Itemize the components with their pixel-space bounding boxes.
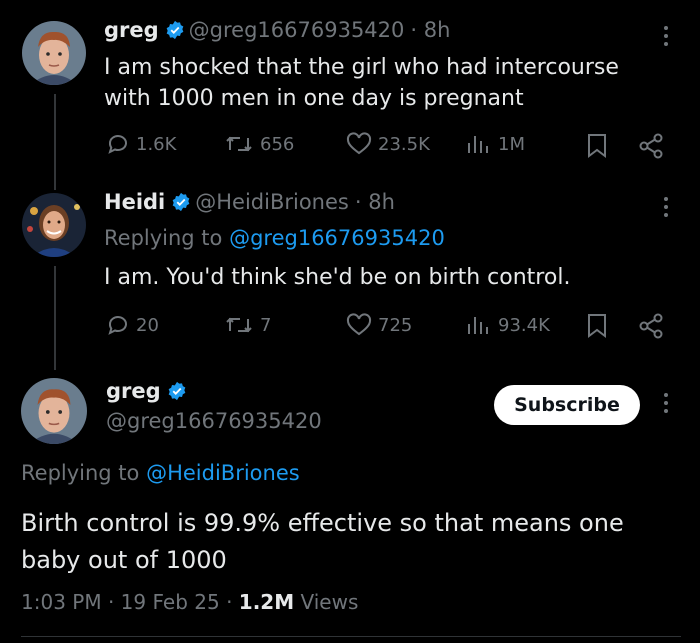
verified-badge-icon [165, 20, 185, 44]
tweet-time[interactable]: · 8h [355, 190, 395, 214]
tweet-date[interactable]: 19 Feb 25 [121, 590, 220, 614]
replying-to-line: Replying to @greg16676935420 [104, 226, 445, 250]
tweet-text: I am shocked that the girl who had inter… [104, 55, 619, 111]
tweet-time[interactable]: 1:03 PM [21, 590, 102, 614]
subscribe-button[interactable]: Subscribe [494, 385, 640, 425]
retweet-icon [226, 136, 252, 152]
tweet1-header: greg @greg16676935420 · 8h [104, 18, 450, 44]
share-icon[interactable] [638, 133, 664, 159]
author-name[interactable]: Heidi [104, 190, 165, 214]
like-button[interactable]: 725 [346, 313, 412, 337]
bookmark-icon[interactable] [586, 313, 608, 339]
avatar-heidi[interactable] [22, 193, 86, 257]
retweet-button[interactable]: 7 [224, 313, 271, 337]
tweet-meta: 1:03 PM · 19 Feb 25 · 1.2M Views [21, 590, 358, 614]
like-button[interactable]: 23.5K [346, 132, 430, 156]
tweet-text: I am. You'd think she'd be on birth cont… [104, 265, 571, 290]
retweet-count: 7 [260, 314, 272, 336]
replying-to-link[interactable]: @greg16676935420 [229, 226, 445, 250]
views-button[interactable]: 1M [466, 132, 525, 156]
more-icon[interactable] [663, 197, 669, 221]
reply-icon [108, 135, 127, 154]
main-author: greg [106, 379, 191, 405]
retweet-count: 656 [260, 133, 295, 155]
thread-line [54, 266, 56, 370]
retweet-button[interactable]: 656 [224, 132, 294, 156]
reply-count: 20 [136, 314, 159, 336]
more-icon[interactable] [663, 393, 669, 417]
replying-to-link[interactable]: @HeidiBriones [146, 461, 300, 485]
views-label: Views [300, 590, 359, 614]
author-handle[interactable]: @greg16676935420 [189, 18, 405, 42]
divider [21, 636, 681, 637]
author-handle[interactable]: @HeidiBriones [195, 190, 349, 214]
author-name[interactable]: greg [104, 18, 159, 42]
more-icon[interactable] [663, 26, 669, 50]
verified-badge-icon [167, 381, 187, 405]
bookmark-icon[interactable] [586, 133, 608, 159]
like-icon [346, 132, 372, 155]
reply-icon [108, 316, 127, 335]
replying-to-prefix: Replying to [104, 226, 230, 250]
meta-separator: · [226, 590, 233, 614]
avatar-greg[interactable] [21, 378, 87, 444]
reply-button[interactable]: 1.6K [106, 132, 176, 156]
reply-button[interactable]: 20 [106, 313, 159, 337]
retweet-icon [226, 317, 252, 333]
views-button[interactable]: 93.4K [466, 313, 550, 337]
verified-badge-icon [171, 192, 191, 216]
views-count: 93.4K [498, 314, 550, 336]
author-handle[interactable]: @greg16676935420 [106, 409, 322, 433]
like-count: 725 [378, 314, 413, 336]
author-name[interactable]: greg [106, 379, 161, 403]
replying-to-prefix: Replying to [21, 461, 147, 485]
like-count: 23.5K [378, 133, 430, 155]
meta-separator: · [107, 590, 115, 614]
views-count: 1M [498, 133, 525, 155]
main-tweet-text: Birth control is 99.9% effective so that… [21, 509, 624, 574]
views-icon [468, 317, 488, 334]
like-icon [346, 313, 372, 336]
thread-line [54, 94, 56, 190]
replying-to-line: Replying to @HeidiBriones [21, 461, 300, 485]
reply-count: 1.6K [136, 133, 177, 155]
views-count: 1.2M [238, 590, 295, 614]
share-icon[interactable] [638, 313, 664, 339]
avatar-greg[interactable] [22, 21, 86, 85]
tweet2-header: Heidi @HeidiBriones · 8h [104, 190, 395, 216]
tweet-time[interactable]: · 8h [410, 18, 450, 42]
views-icon [468, 136, 488, 153]
